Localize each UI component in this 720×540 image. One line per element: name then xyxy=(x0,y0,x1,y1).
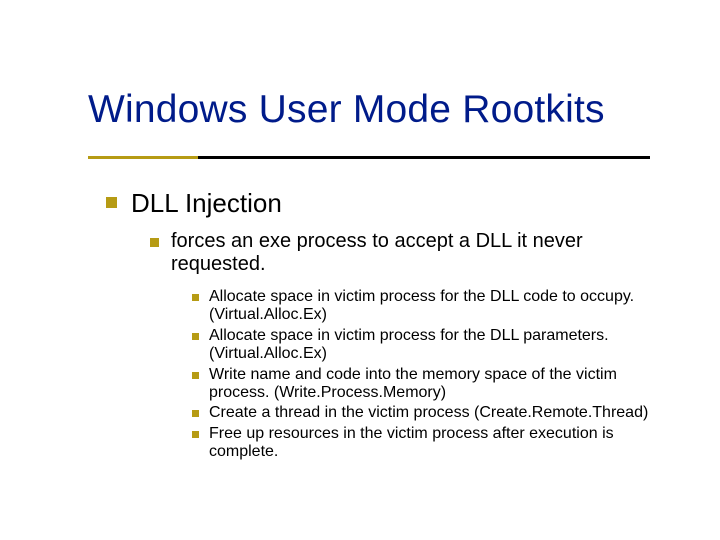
square-bullet-icon xyxy=(192,333,199,340)
bullet-level3-text: Allocate space in victim process for the… xyxy=(209,327,660,364)
bullet-level3-text: Write name and code into the memory spac… xyxy=(209,366,660,403)
square-bullet-icon xyxy=(192,294,199,301)
title-accent-bar xyxy=(88,156,198,159)
bullet-level3-text: Create a thread in the victim process (C… xyxy=(209,404,648,422)
bullet-level3-list: Allocate space in victim process for the… xyxy=(192,288,660,462)
title-underline xyxy=(198,156,650,159)
slide-title: Windows User Mode Rootkits xyxy=(88,88,605,132)
bullet-level3-text: Allocate space in victim process for the… xyxy=(209,288,660,325)
square-bullet-icon xyxy=(192,410,199,417)
square-bullet-icon xyxy=(192,431,199,438)
bullet-level3-item: Create a thread in the victim process (C… xyxy=(192,404,660,422)
square-bullet-icon xyxy=(106,197,117,208)
bullet-level3-item: Write name and code into the memory spac… xyxy=(192,366,660,403)
slide: Windows User Mode Rootkits DLL Injection… xyxy=(0,0,720,540)
bullet-level2-text: forces an exe process to accept a DLL it… xyxy=(171,230,660,276)
bullet-level3-item: Allocate space in victim process for the… xyxy=(192,327,660,364)
bullet-level2: forces an exe process to accept a DLL it… xyxy=(150,230,660,276)
square-bullet-icon xyxy=(150,238,159,247)
bullet-level1: DLL Injection xyxy=(106,188,282,219)
bullet-level1-text: DLL Injection xyxy=(131,188,282,219)
bullet-level3-text: Free up resources in the victim process … xyxy=(209,425,660,462)
square-bullet-icon xyxy=(192,372,199,379)
bullet-level3-item: Free up resources in the victim process … xyxy=(192,425,660,462)
bullet-level3-item: Allocate space in victim process for the… xyxy=(192,288,660,325)
